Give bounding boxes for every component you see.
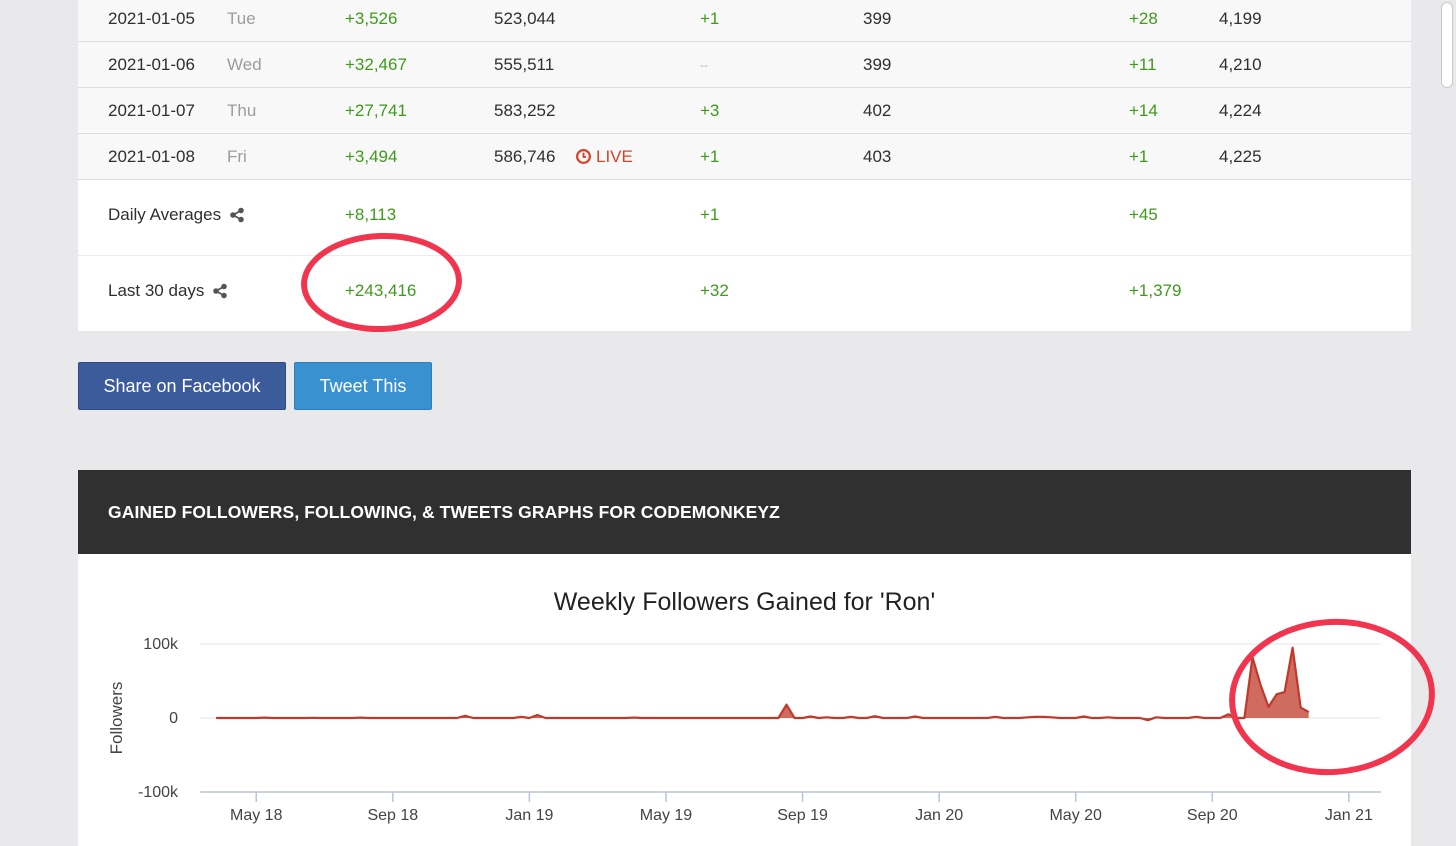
- row-tweets-gain: +11: [1129, 54, 1157, 74]
- row-following-total: 402: [863, 100, 892, 120]
- live-label: LIVE: [596, 146, 633, 166]
- stats-table: 2021-01-05 Tue +3,526 523,044 +1 399 +28…: [78, 0, 1411, 331]
- row-followers-total: 586,746: [494, 146, 556, 166]
- page-scrollbar-thumb[interactable]: [1441, 2, 1453, 88]
- clock-icon: [576, 149, 591, 164]
- row-following-gain: +1: [700, 8, 720, 28]
- tweet-this-button[interactable]: Tweet This: [294, 362, 432, 410]
- row-tweets-total: 4,199: [1219, 8, 1262, 28]
- x-tick-label: May 18: [230, 807, 283, 824]
- row-following-gain: +1: [700, 146, 720, 166]
- row-following-total: 399: [863, 8, 892, 28]
- row-tweets-total: 4,225: [1219, 146, 1262, 166]
- table-row: 2021-01-08 Fri +3,494 586,746 LIVE +1 40…: [78, 134, 1411, 180]
- row-followers-gain: +27,741: [345, 100, 407, 120]
- chart-panel: Weekly Followers Gained for 'Ron' 100k 0-…: [78, 554, 1411, 846]
- page-scrollbar-track[interactable]: [1436, 0, 1456, 846]
- y-tick-label: 100k: [143, 636, 179, 653]
- daily-averages-row: Daily Averages +8,113 +1 +45: [78, 180, 1411, 256]
- row-followers-total: 583,252: [494, 100, 556, 120]
- x-tick-label: Sep 19: [777, 807, 828, 824]
- last-30-days-text: Last 30 days: [108, 280, 205, 300]
- last-30-days-label: Last 30 days: [108, 281, 228, 301]
- row-followers-total: 523,044: [494, 8, 556, 28]
- series-line: [216, 646, 1310, 722]
- row-following-gain: --: [700, 57, 708, 72]
- row-tweets-gain: +14: [1129, 100, 1158, 120]
- y-axis-label: Followers: [107, 682, 126, 755]
- x-tick-label: May 19: [640, 807, 693, 824]
- x-tick-label: Sep 20: [1187, 807, 1238, 824]
- row-following-gain: +3: [700, 100, 720, 120]
- live-indicator: LIVE: [575, 147, 633, 167]
- row-date: 2021-01-08: [108, 146, 195, 166]
- row-day: Thu: [227, 100, 257, 120]
- row-day: Fri: [227, 146, 247, 166]
- row-following-total: 403: [863, 146, 892, 166]
- daily-averages-text: Daily Averages: [108, 204, 222, 224]
- graphs-section-title: GAINED FOLLOWERS, FOLLOWING, & TWEETS GR…: [108, 501, 780, 522]
- row-followers-gain: +3,494: [345, 146, 398, 166]
- x-tick-label: Jan 19: [505, 807, 553, 824]
- weekly-followers-chart: 100k 0 -100k May 18 Sep 18 Jan 19 May 19 Sep 19…: [107, 636, 1381, 824]
- row-followers-total: 555,511: [494, 54, 555, 74]
- daily-averages-label: Daily Averages: [108, 205, 245, 225]
- table-row: 2021-01-06 Wed +32,467 555,511 -- 399 +1…: [78, 42, 1411, 88]
- row-followers-gain: +32,467: [345, 54, 407, 74]
- table-row: 2021-01-05 Tue +3,526 523,044 +1 399 +28…: [78, 0, 1411, 42]
- series-area: [216, 647, 1309, 721]
- x-tick-label: May 20: [1049, 807, 1102, 824]
- last-30-days-row: Last 30 days +243,416 +32 +1,379: [78, 256, 1411, 331]
- x-tick-label: Jan 20: [915, 807, 963, 824]
- row-day: Tue: [227, 8, 256, 28]
- share-icon[interactable]: [229, 207, 245, 223]
- row-date: 2021-01-07: [108, 100, 195, 120]
- daily-avg-followers: +8,113: [345, 204, 397, 224]
- y-tick-label: 0: [169, 710, 178, 727]
- row-day: Wed: [227, 54, 262, 74]
- row-followers-gain: +3,526: [345, 8, 398, 28]
- y-tick-label: -100k: [138, 784, 179, 801]
- share-on-facebook-button[interactable]: Share on Facebook: [78, 362, 286, 410]
- x-tick-label: Jan 21: [1325, 807, 1373, 824]
- row-date: 2021-01-06: [108, 54, 195, 74]
- daily-avg-following: +1: [700, 204, 720, 224]
- share-icon[interactable]: [212, 283, 228, 299]
- table-row: 2021-01-07 Thu +27,741 583,252 +3 402 +1…: [78, 88, 1411, 134]
- row-tweets-total: 4,210: [1219, 54, 1262, 74]
- last-30-tweets: +1,379: [1129, 280, 1182, 300]
- last-30-following: +32: [700, 280, 729, 300]
- row-following-total: 399: [863, 54, 892, 74]
- graphs-section-header: GAINED FOLLOWERS, FOLLOWING, & TWEETS GR…: [78, 470, 1411, 554]
- row-tweets-total: 4,224: [1219, 100, 1262, 120]
- x-tick-label: Sep 18: [367, 807, 418, 824]
- row-date: 2021-01-05: [108, 8, 195, 28]
- daily-avg-tweets: +45: [1129, 204, 1158, 224]
- row-tweets-gain: +1: [1129, 146, 1149, 166]
- row-tweets-gain: +28: [1129, 8, 1158, 28]
